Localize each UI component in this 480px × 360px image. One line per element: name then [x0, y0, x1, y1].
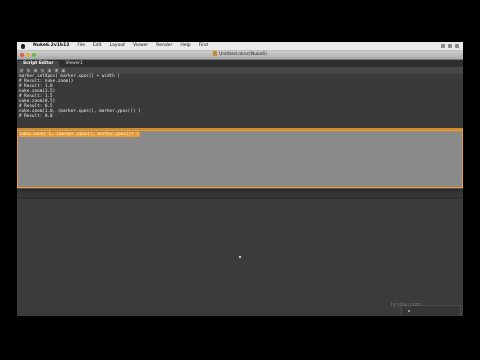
node-graph-tab-bar: Node Graph — [17, 191, 463, 208]
load-icon[interactable]: ↓ — [47, 68, 52, 73]
menu-help[interactable]: Help — [176, 42, 194, 50]
status-icon[interactable] — [448, 44, 452, 48]
window-title: Untitled.nknc(Nuke6) — [17, 51, 463, 59]
next-icon[interactable]: › — [26, 68, 31, 73]
mouse-cursor-icon — [239, 256, 241, 258]
menu-layout[interactable]: Layout — [106, 42, 129, 50]
menu-app-name[interactable]: Nuke6.2v1b12 — [29, 42, 73, 50]
window-titlebar[interactable]: Untitled.nknc(Nuke6) — [17, 51, 463, 60]
status-icon[interactable] — [455, 44, 459, 48]
menu-bar: Nuke6.2v1b12 File Edit Layout Viewer Ren… — [17, 42, 463, 51]
menu-render[interactable]: Render — [152, 42, 176, 50]
output-line: # Result: 0.0 — [19, 114, 53, 119]
selected-input-text[interactable]: nuke.zoom( 1, (marker.xpos(), marker.ypo… — [19, 132, 140, 137]
apple-icon[interactable] — [17, 42, 29, 50]
save-icon[interactable]: ↑ — [54, 68, 59, 73]
nuke-application: Nuke6.2v1b12 File Edit Layout Viewer Ren… — [17, 42, 463, 316]
watermark: lynda.com — [391, 302, 422, 308]
clear-icon[interactable]: × — [33, 68, 38, 73]
menu-edit[interactable]: Edit — [89, 42, 106, 50]
node-graph-canvas[interactable]: lynda.com — [17, 199, 463, 316]
script-input-pane[interactable]: nuke.zoom( 1, (marker.xpos(), marker.ypo… — [17, 130, 463, 188]
prev-icon[interactable]: ‹ — [19, 68, 24, 73]
status-area — [441, 44, 463, 48]
run-icon[interactable]: ▸ — [61, 68, 66, 73]
menu-file[interactable]: File — [73, 42, 89, 50]
pane-tab-bar: Script Editor Viewer1 — [17, 60, 463, 67]
menu-find[interactable]: Find — [195, 42, 212, 50]
window-title-text: Untitled.nknc(Nuke6) — [219, 52, 267, 57]
document-icon — [213, 51, 218, 56]
source-icon[interactable]: · — [40, 68, 45, 73]
status-icon[interactable] — [441, 44, 445, 48]
menu-viewer[interactable]: Viewer — [129, 42, 152, 50]
script-editor-toolbar: ‹ › × · ↓ ↑ ▸ — [17, 67, 463, 74]
